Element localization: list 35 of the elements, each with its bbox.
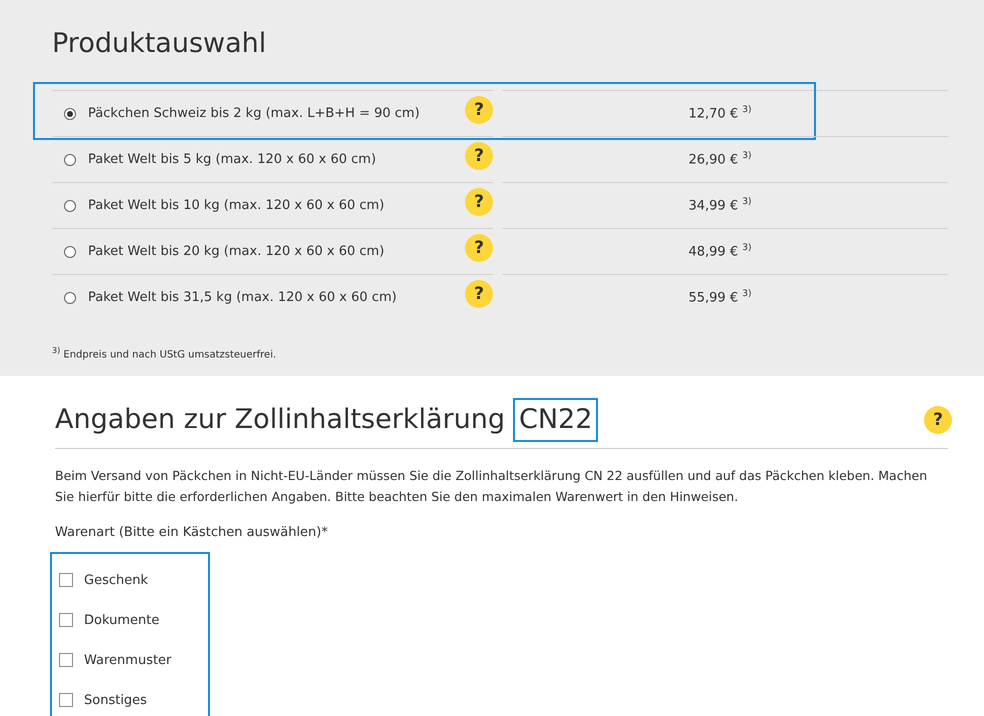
help-icon[interactable]: ? [465, 142, 493, 170]
price-text: 34,99 € $^{3)}$ [688, 197, 752, 214]
footnote-text: $^{3)}$ Endpreis und nach UStG umsatzsteuerfrei. [52, 346, 278, 360]
help-icon[interactable]: ? [465, 188, 493, 216]
checkbox-option[interactable]: Warenmuster [59, 640, 208, 680]
product-option[interactable]: Paket Welt bis 10 kg (max. 120 x 60 x 60 cm) [64, 198, 465, 213]
field-label: Warenart (Bitte ein Kästchen auswählen)* [55, 525, 329, 540]
section-title: Produktauswahl [52, 27, 268, 61]
checkbox[interactable] [59, 693, 73, 707]
radio-button[interactable] [64, 108, 76, 120]
checkbox[interactable] [59, 653, 73, 667]
help-icon[interactable]: ? [465, 96, 493, 124]
checkbox[interactable] [59, 573, 73, 587]
product-option[interactable]: Paket Welt bis 31,5 kg (max. 120 x 60 x 60 cm) [64, 290, 465, 305]
checkbox[interactable] [59, 613, 73, 627]
checkbox-option[interactable]: Sonstiges [59, 680, 208, 716]
help-icon[interactable]: ? [465, 234, 493, 262]
help-icon[interactable]: ? [924, 406, 952, 434]
checkbox-option[interactable]: Geschenk [59, 560, 208, 600]
title-code: CN22 [512, 398, 598, 442]
product-option[interactable]: Paket Welt bis 20 kg (max. 120 x 60 x 60 cm) [64, 244, 465, 259]
description-text: Beim Versand von Päckchen in Nicht-EU-Länder müssen Sie die Zollinhaltserklärung CN 22 ausfüllen und auf das Päckchen kleben. Machen Sie hierfür bitte die erforderlichen Angaben. Bitte beachten Sie den maximalen Warenwert in den Hinweisen. [55, 467, 928, 506]
price-text: 26,90 € $^{3)}$ [688, 151, 752, 168]
radio-button[interactable] [64, 246, 76, 258]
product-option[interactable]: Päckchen Schweiz bis 2 kg (max. L+B+H = 90 cm) [64, 106, 465, 121]
price-text: 55,99 € $^{3)}$ [688, 289, 752, 306]
price-text: 48,99 € $^{3)}$ [688, 243, 752, 260]
product-option[interactable]: Paket Welt bis 5 kg (max. 120 x 60 x 60 cm) [64, 152, 465, 167]
help-icon[interactable]: ? [465, 280, 493, 308]
checkbox-option[interactable]: Dokumente [59, 600, 208, 640]
price-text: 12,70 € $^{3)}$ [688, 105, 752, 122]
section-title: Angaben zur Zollinhaltserklärung [55, 403, 505, 437]
radio-button[interactable] [64, 154, 76, 166]
radio-button[interactable] [64, 292, 76, 304]
radio-button[interactable] [64, 200, 76, 212]
